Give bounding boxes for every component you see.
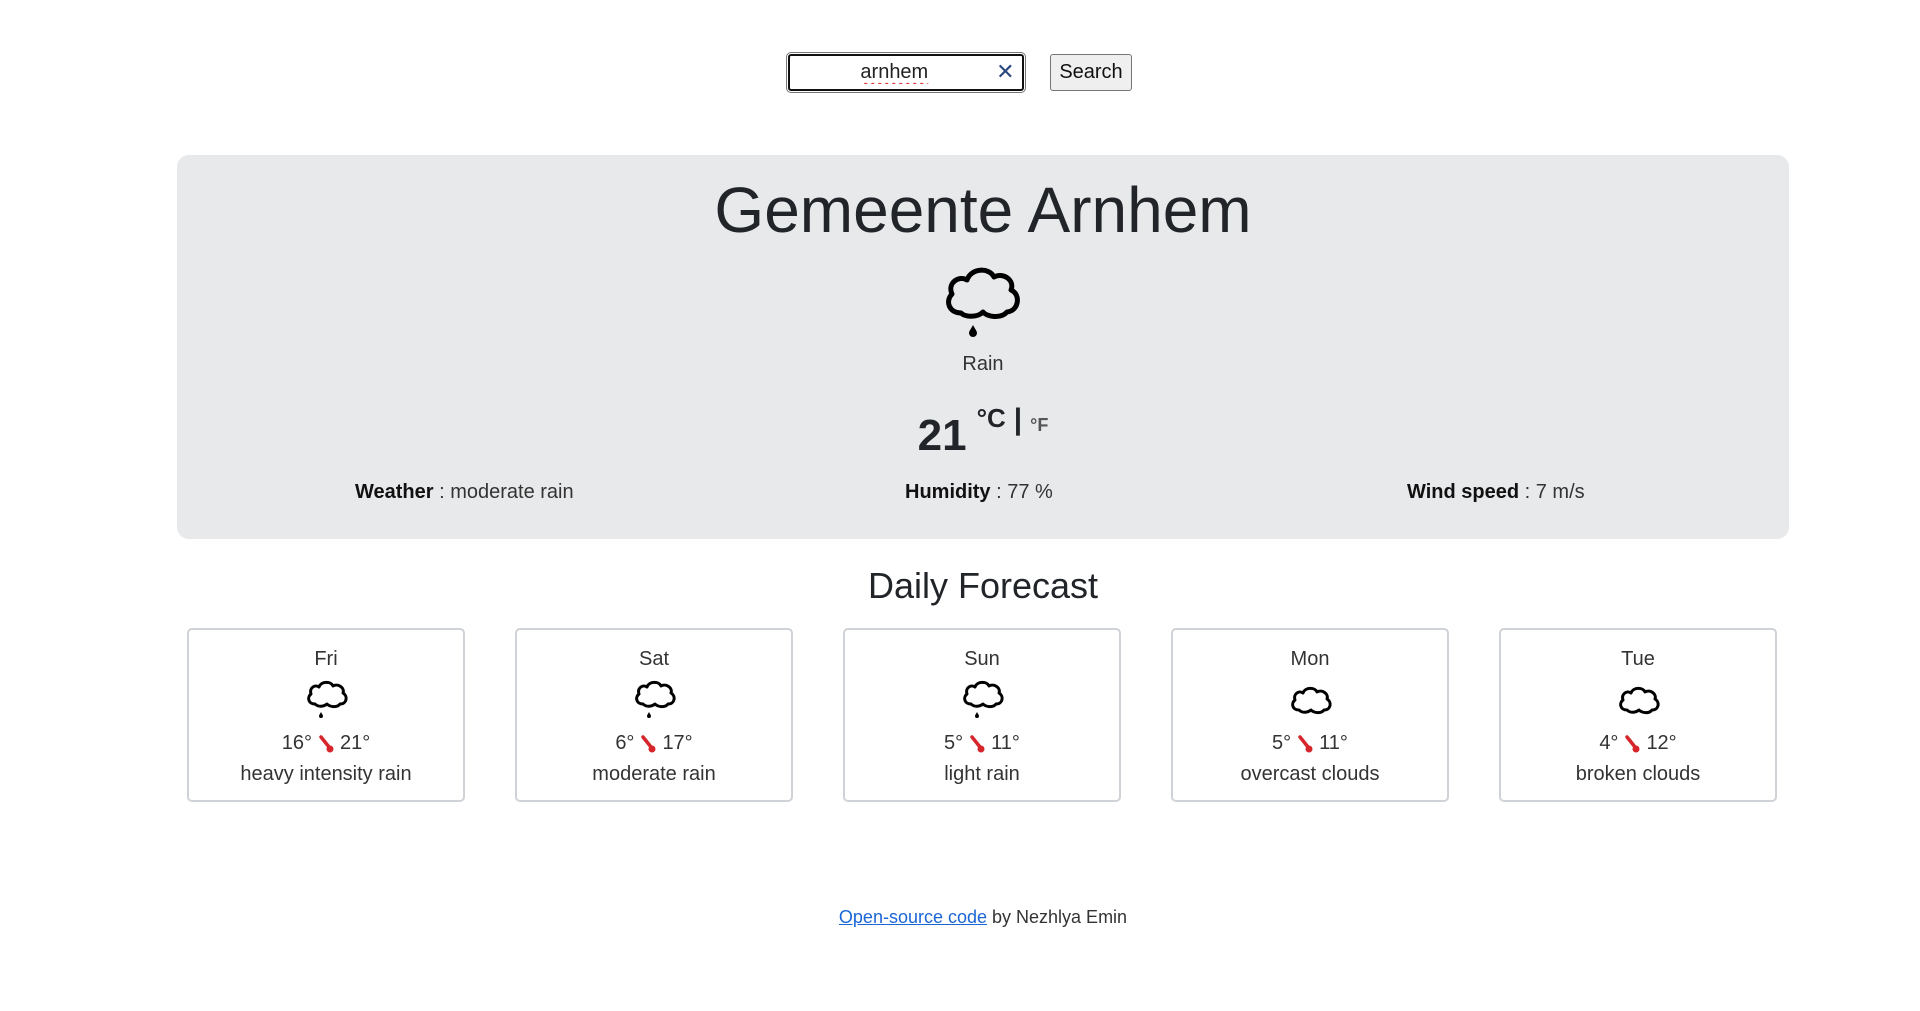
rain-cloud-icon xyxy=(303,674,351,722)
weather-detail: Weather : moderate rain xyxy=(355,481,574,504)
rain-cloud-icon xyxy=(959,674,1007,722)
forecast-day-name: Sat xyxy=(638,648,670,670)
wind-label: Wind speed xyxy=(1407,481,1520,503)
forecast-temps: 5° 11° xyxy=(1173,732,1447,755)
forecast-description: light rain xyxy=(944,763,1020,785)
wind-detail: Wind speed : 7 m/s xyxy=(1407,481,1585,504)
search-input[interactable] xyxy=(790,56,1023,89)
thermometer-icon xyxy=(1622,734,1642,754)
forecast-temps: 4° 12° xyxy=(1501,732,1775,755)
forecast-min-temp: 6° xyxy=(615,732,635,754)
forecast-max-temp: 11° xyxy=(991,732,1020,754)
search-button[interactable]: Search xyxy=(1050,54,1132,91)
forecast-description: moderate rain xyxy=(592,763,716,785)
forecast-description: overcast clouds xyxy=(1240,763,1380,785)
footer-author: by Nezhlya Emin xyxy=(987,907,1128,927)
forecast-min-temp: 5° xyxy=(944,732,964,754)
thermometer-icon xyxy=(967,734,987,754)
forecast-day-name: Sun xyxy=(964,648,1000,670)
fahrenheit-unit[interactable]: °F xyxy=(1030,415,1048,436)
weather-value: : moderate rain xyxy=(433,481,574,503)
forecast-temps: 6° 17° xyxy=(517,732,791,755)
temperature-value: 21 xyxy=(917,411,967,460)
thermometer-icon xyxy=(1295,734,1315,754)
celsius-unit[interactable]: °C xyxy=(977,403,1006,434)
forecast-temps: 5° 11° xyxy=(845,732,1119,755)
forecast-day-card: Tue 4° 12° broken clouds xyxy=(1499,628,1777,802)
forecast-day-name: Tue xyxy=(1621,648,1655,670)
humidity-label: Humidity xyxy=(905,481,991,503)
forecast-day-card: Mon 5° 11° overcast clouds xyxy=(1171,628,1449,802)
temperature-row: 21 °C | °F xyxy=(177,403,1789,461)
search-box: ✕ xyxy=(786,52,1027,93)
source-code-link[interactable]: Open-source code xyxy=(839,907,987,927)
rain-cloud-icon xyxy=(946,267,1020,337)
unit-separator: | xyxy=(1013,403,1023,436)
humidity-detail: Humidity : 77 % xyxy=(905,481,1053,504)
forecast-max-temp: 21° xyxy=(340,732,371,754)
forecast-description: heavy intensity rain xyxy=(240,763,412,785)
forecast-max-temp: 11° xyxy=(1319,732,1348,754)
forecast-title: Daily Forecast xyxy=(867,565,1099,606)
forecast-day-card: Fri 16° 21° heavy intensity rain xyxy=(187,628,465,802)
forecast-day-card: Sat 6° 17° moderate rain xyxy=(515,628,793,802)
forecast-max-temp: 12° xyxy=(1646,732,1677,754)
forecast-day-name: Fri xyxy=(314,648,338,670)
current-weather-card: Gemeente Arnhem Rain 21 °C | °F Weather … xyxy=(177,155,1789,539)
footer: Open-source code by Nezhlya Emin xyxy=(0,907,1920,928)
forecast-max-temp: 17° xyxy=(662,732,693,754)
humidity-value: : 77 % xyxy=(990,481,1053,503)
rain-cloud-icon xyxy=(631,674,679,722)
thermometer-icon xyxy=(638,734,658,754)
forecast-min-temp: 16° xyxy=(281,732,312,754)
forecast-min-temp: 4° xyxy=(1599,732,1619,754)
cloud-icon xyxy=(1287,674,1335,722)
forecast-row: Fri 16° 21° heavy intensity rain Sat 6° 17° mod… xyxy=(0,628,1920,802)
condition-text: Rain xyxy=(962,353,1004,375)
forecast-temps: 16° 21° xyxy=(189,732,463,755)
search-bar: ✕ Search xyxy=(0,52,1920,93)
forecast-day-name: Mon xyxy=(1290,648,1330,670)
weather-label: Weather xyxy=(355,481,434,503)
forecast-description: broken clouds xyxy=(1575,763,1701,785)
wind-value: : 7 m/s xyxy=(1519,481,1585,503)
forecast-day-card: Sun 5° 11° light rain xyxy=(843,628,1121,802)
forecast-min-temp: 5° xyxy=(1272,732,1292,754)
city-name: Gemeente Arnhem xyxy=(714,174,1252,246)
close-icon[interactable]: ✕ xyxy=(994,59,1016,84)
thermometer-icon xyxy=(316,734,336,754)
cloud-icon xyxy=(1615,674,1663,722)
